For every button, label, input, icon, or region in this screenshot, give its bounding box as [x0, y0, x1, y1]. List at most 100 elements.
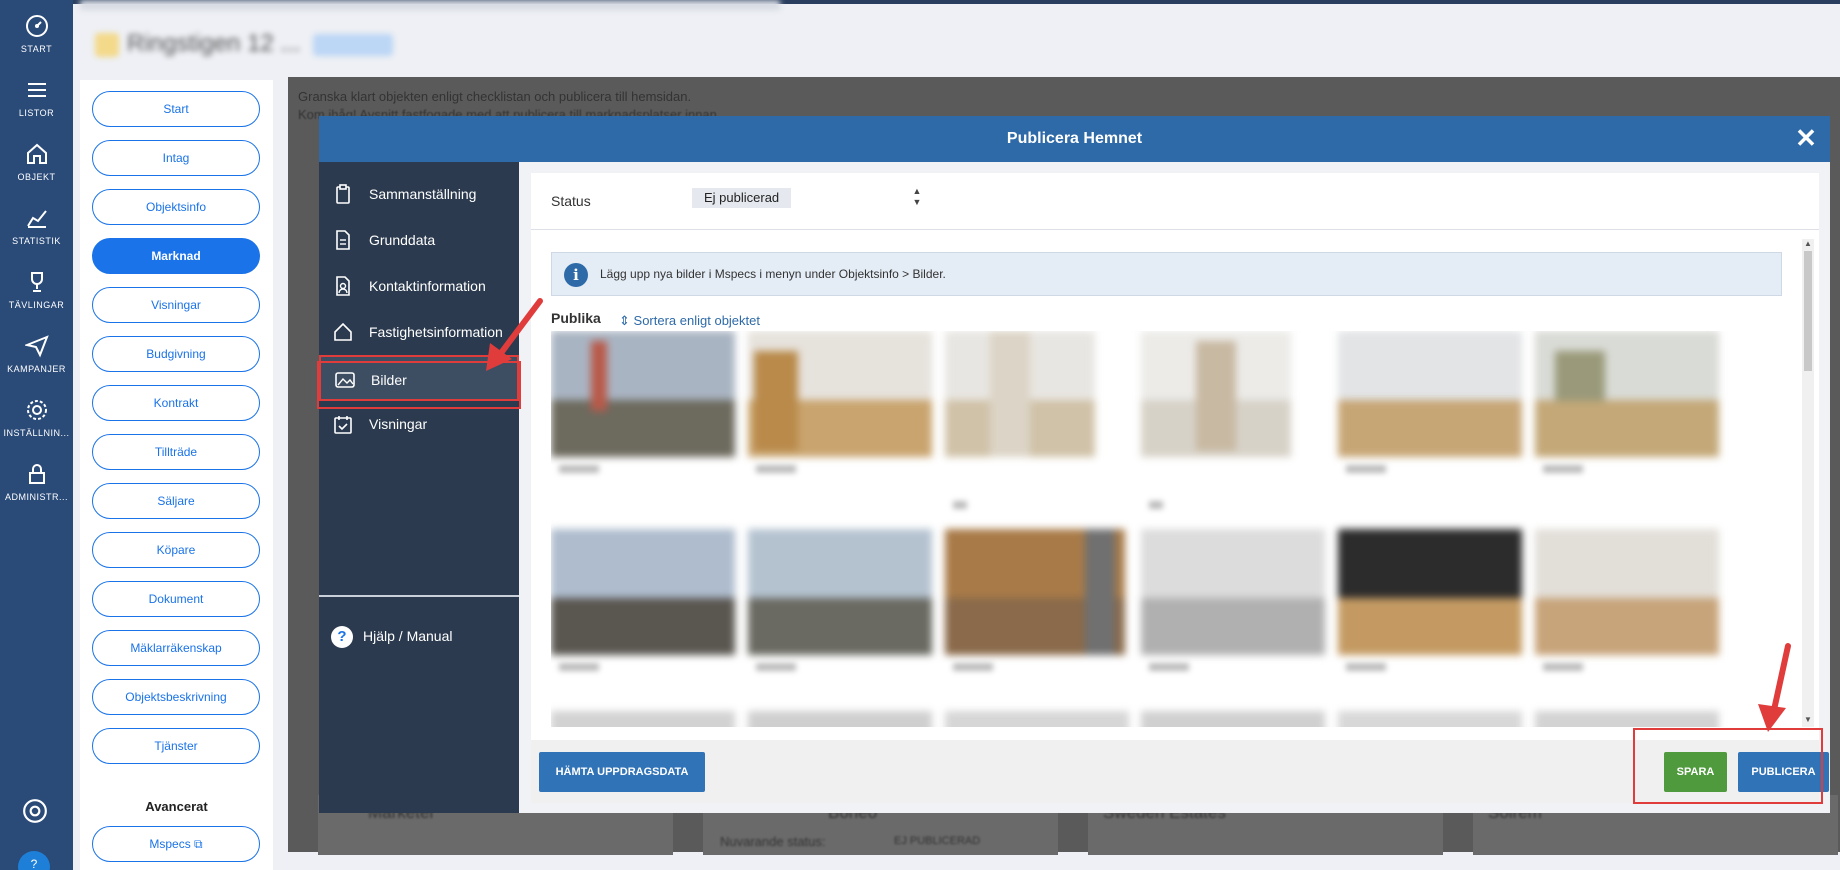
- gallery-image[interactable]: [748, 529, 932, 655]
- rail-label: ADMINISTR...: [4, 492, 68, 502]
- clipboard-icon: [336, 184, 350, 204]
- image-caption: [559, 465, 599, 473]
- gallery-image[interactable]: [1338, 711, 1522, 727]
- gallery-image[interactable]: [748, 331, 932, 457]
- gallery-image[interactable]: [945, 331, 1095, 457]
- image-caption: [1149, 663, 1189, 671]
- rail-item-listor[interactable]: LISTOR: [0, 78, 73, 118]
- rail-label: OBJEKT: [17, 172, 56, 182]
- trophy-icon: [30, 272, 43, 292]
- image-caption: [953, 501, 967, 509]
- sidebar-item-label: Visningar: [369, 416, 428, 432]
- sort-link-label: Sortera enligt objektet: [633, 313, 760, 328]
- lifebuoy-icon[interactable]: [22, 798, 48, 824]
- gallery-image[interactable]: [748, 711, 932, 727]
- image-caption: [953, 663, 993, 671]
- nav-mspecs[interactable]: Mspecs ⧉: [92, 826, 260, 862]
- nav-kontrakt[interactable]: Kontrakt: [92, 385, 260, 421]
- chart-icon: [26, 210, 47, 228]
- sidebar-item-sammanstallning[interactable]: Sammanställning: [319, 171, 519, 217]
- nav-saljare[interactable]: Säljare: [92, 483, 260, 519]
- list-icon: [27, 83, 46, 97]
- modal-footer: HÄMTA UPPDRAGSDATA SPARA PUBLICERA: [531, 740, 1829, 803]
- rail-item-tavlingar[interactable]: TÄVLINGAR: [0, 270, 73, 310]
- status-select[interactable]: Ej publicerad ▲ ▼: [692, 186, 924, 210]
- nav-visningar[interactable]: Visningar: [92, 287, 260, 323]
- rail-label: KAMPANJER: [7, 364, 66, 374]
- rail-item-kampanjer[interactable]: KAMPANJER: [0, 334, 73, 374]
- gallery-image[interactable]: [1141, 711, 1325, 727]
- gear-icon: [26, 400, 47, 420]
- card-status-label: Nuvarande status:: [720, 834, 826, 849]
- gallery-image[interactable]: [945, 711, 1129, 727]
- nav-dokument[interactable]: Dokument: [92, 581, 260, 617]
- nav-kopare[interactable]: Köpare: [92, 532, 260, 568]
- question-icon: ?: [331, 626, 353, 648]
- image-caption: [1346, 465, 1386, 473]
- mspecs-label: Mspecs: [149, 837, 191, 851]
- instruction-line: Granska klart objekten enligt checklista…: [298, 89, 692, 104]
- rail-label: START: [20, 44, 53, 54]
- rail-item-start[interactable]: START: [0, 14, 73, 54]
- publish-modal: Publicera Hemnet ✕ Sammanställning Grund…: [319, 116, 1830, 813]
- nav-budgivning[interactable]: Budgivning: [92, 336, 260, 372]
- gallery-image[interactable]: [1535, 331, 1719, 457]
- gallery-image[interactable]: [1535, 529, 1719, 655]
- sidebar-item-label: Sammanställning: [369, 186, 477, 202]
- gallery-image[interactable]: [1338, 331, 1522, 457]
- nav-start[interactable]: Start: [92, 91, 260, 127]
- nav-tilltrade[interactable]: Tillträde: [92, 434, 260, 470]
- modal-sidebar: Sammanställning Grunddata Kontaktinforma…: [319, 162, 519, 813]
- house-icon: [334, 322, 352, 341]
- icon-rail: START LISTOR OBJEKT STATISTIK TÄVLINGAR …: [0, 0, 73, 870]
- paper-plane-icon: [24, 335, 49, 358]
- info-text: Lägg upp nya bilder i Mspecs i menyn und…: [600, 267, 946, 281]
- help-button[interactable]: ?: [18, 851, 50, 870]
- help-label: Hjälp / Manual: [363, 628, 453, 644]
- gallery-image[interactable]: [551, 331, 735, 457]
- modal-header: Publicera Hemnet ✕: [319, 116, 1830, 162]
- content-divider: [531, 229, 1819, 230]
- updown-arrow-icon: ▲ ▼: [912, 186, 922, 207]
- sort-link[interactable]: ⇕ Sortera enligt objektet: [619, 313, 760, 329]
- rail-item-statistik[interactable]: STATISTIK: [0, 206, 73, 246]
- rail-item-objekt[interactable]: OBJEKT: [0, 142, 73, 182]
- nav-tjanster[interactable]: Tjänster: [92, 728, 260, 764]
- nav-objektsinfo[interactable]: Objektsinfo: [92, 189, 260, 225]
- gallery-image[interactable]: [945, 529, 1125, 655]
- close-icon[interactable]: ✕: [1794, 125, 1818, 151]
- gallery-scrollbar[interactable]: ▲ ▼: [1802, 239, 1814, 727]
- gallery-image[interactable]: [551, 529, 735, 655]
- status-value: Ej publicerad: [692, 188, 792, 208]
- nav-marknad[interactable]: Marknad: [92, 238, 260, 274]
- status-label: Status: [551, 193, 591, 209]
- rail-item-administration[interactable]: ADMINISTR...: [0, 462, 73, 502]
- help-manual-link[interactable]: ? Hjälp / Manual: [319, 616, 519, 656]
- fetch-assignment-data-button[interactable]: HÄMTA UPPDRAGSDATA: [539, 752, 705, 792]
- sidebar-item-label: Kontaktinformation: [369, 278, 486, 294]
- rail-item-installningar[interactable]: INSTÄLLNIN...: [0, 398, 73, 438]
- image-caption: [1543, 663, 1583, 671]
- object-nav: Start Intag Objektsinfo Marknad Visninga…: [80, 80, 273, 870]
- gallery-image[interactable]: [1535, 711, 1719, 727]
- sidebar-item-grunddata[interactable]: Grunddata: [319, 217, 519, 263]
- scroll-up-icon[interactable]: ▲: [1804, 239, 1812, 248]
- nav-objektsbeskrivning[interactable]: Objektsbeskrivning: [92, 679, 260, 715]
- image-caption: [1543, 465, 1583, 473]
- scroll-thumb[interactable]: [1804, 251, 1812, 371]
- gallery-image[interactable]: [1141, 529, 1325, 655]
- image-caption: [1149, 501, 1163, 509]
- image-gallery: [551, 331, 1782, 727]
- page-title-blurred: Ringstigen 12 ...: [95, 30, 635, 62]
- section-title-publika: Publika: [551, 310, 601, 326]
- scroll-down-icon[interactable]: ▼: [1804, 715, 1812, 724]
- nav-intag[interactable]: Intag: [92, 140, 260, 176]
- external-link-icon: ⧉: [194, 837, 203, 851]
- nav-maklarrakenskap[interactable]: Mäklarräkenskap: [92, 630, 260, 666]
- gallery-image[interactable]: [1141, 331, 1291, 457]
- contact-icon: [336, 276, 350, 296]
- gallery-image[interactable]: [551, 711, 735, 727]
- card-status-value: EJ PUBLICERAD: [894, 835, 981, 847]
- info-box: i Lägg upp nya bilder i Mspecs i menyn u…: [551, 252, 1782, 296]
- gallery-image[interactable]: [1338, 529, 1522, 655]
